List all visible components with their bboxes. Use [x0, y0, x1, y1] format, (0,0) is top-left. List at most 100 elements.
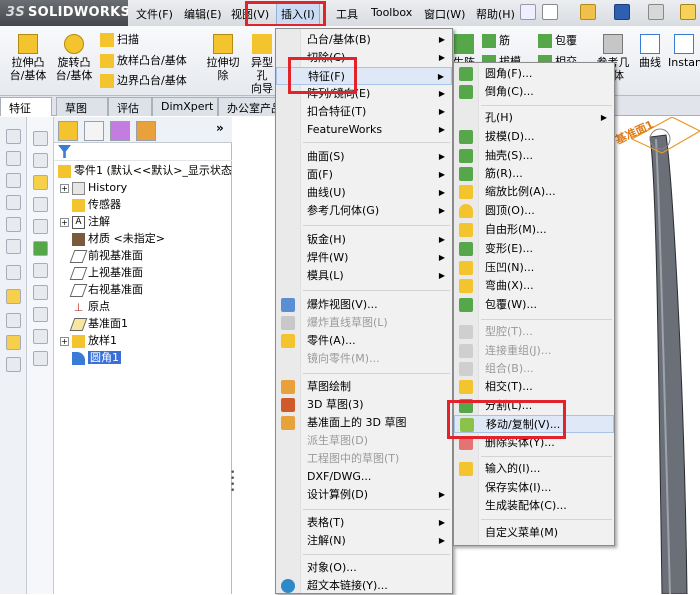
curves-button[interactable]: 曲线	[636, 34, 664, 69]
menu-window[interactable]: 窗口(W)	[424, 6, 465, 22]
feature-scale[interactable]: 缩放比例(A)...	[454, 183, 614, 201]
feature-wrap[interactable]: 包覆(W)...	[454, 296, 614, 314]
view-tool-icon[interactable]	[6, 239, 21, 254]
tool-icon[interactable]	[33, 131, 48, 146]
tree-item-top-plane[interactable]: 上视基准面	[69, 265, 143, 281]
tree-item-plane1[interactable]: 基准面1	[69, 316, 128, 332]
menu-file[interactable]: 文件(F)	[136, 6, 173, 22]
insert-hyperlink[interactable]: 超文本链接(Y)...	[276, 577, 452, 595]
insert-weldments[interactable]: 焊件(W) ▶	[276, 249, 452, 267]
instant3d-button[interactable]: Instant3D	[668, 34, 700, 69]
revolve-boss-button[interactable]: 旋转凸 台/基体	[52, 34, 96, 82]
funnel-icon[interactable]	[58, 145, 71, 158]
undo-icon[interactable]	[680, 4, 696, 20]
view-tool-icon[interactable]	[6, 195, 21, 210]
tool-icon[interactable]	[33, 351, 48, 366]
menu-insert[interactable]: 插入(I)	[276, 3, 320, 25]
tool-icon[interactable]	[33, 307, 48, 322]
view-tool-icon[interactable]	[6, 217, 21, 232]
insert-sketch[interactable]: 草图绘制	[276, 378, 452, 396]
insert-features[interactable]: 特征(F) ▶	[276, 67, 452, 85]
insert-face[interactable]: 面(F) ▶	[276, 166, 452, 184]
tab-features[interactable]: 特征	[0, 97, 52, 116]
feature-customize-menu[interactable]: 自定义菜单(M)	[454, 524, 614, 542]
feature-fillet[interactable]: 圆角(F)...	[454, 65, 614, 83]
feature-dome[interactable]: 圆顶(O)...	[454, 202, 614, 220]
feature-rib[interactable]: 筋(R)...	[454, 165, 614, 183]
tool-icon[interactable]	[33, 197, 48, 212]
insert-3d-sketch-on-plane[interactable]: 基准面上的 3D 草图	[276, 414, 452, 432]
feature-intersect[interactable]: 相交(T)...	[454, 378, 614, 396]
new-document-icon[interactable]	[542, 4, 558, 20]
menu-toolbox[interactable]: Toolbox	[371, 6, 412, 19]
feature-draft[interactable]: 拔模(D)...	[454, 128, 614, 146]
extrude-boss-button[interactable]: 拉伸凸 台/基体	[6, 34, 50, 82]
menu-tools[interactable]: 工具	[336, 6, 358, 22]
feature-indent[interactable]: 压凹(N)...	[454, 259, 614, 277]
view-tool-icon[interactable]	[6, 151, 21, 166]
feature-split[interactable]: 分割(L)...	[454, 397, 614, 415]
menu-edit[interactable]: 编辑(E)	[184, 6, 222, 22]
menu-view[interactable]: 视图(V)	[231, 6, 269, 22]
insert-cut[interactable]: 切除(C) ▶	[276, 49, 452, 67]
feature-chamfer[interactable]: 倒角(C)...	[454, 83, 614, 101]
insert-molds[interactable]: 模具(L) ▶	[276, 267, 452, 285]
insert-sheet-metal[interactable]: 钣金(H) ▶	[276, 231, 452, 249]
tool-icon[interactable]	[33, 285, 48, 300]
tree-item-loft1[interactable]: + 放样1	[60, 333, 117, 349]
view-tool-icon[interactable]	[6, 129, 21, 144]
view-tool-icon[interactable]	[6, 313, 21, 328]
insert-surface[interactable]: 曲面(S) ▶	[276, 148, 452, 166]
insert-curve[interactable]: 曲线(U) ▶	[276, 184, 452, 202]
view-tool-icon[interactable]	[6, 357, 21, 372]
tab-office-products[interactable]: 办公室产品	[218, 97, 280, 116]
view-tool-icon[interactable]	[6, 265, 21, 280]
insert-design-study[interactable]: 设计算例(D) ▶	[276, 486, 452, 504]
sketch-tool-icon[interactable]	[6, 289, 21, 304]
tool-icon[interactable]	[33, 153, 48, 168]
feature-manager-tab-icon[interactable]	[58, 121, 78, 141]
menu-help[interactable]: 帮助(H)	[476, 6, 515, 22]
insert-exploded-view[interactable]: 爆炸视图(V)...	[276, 296, 452, 314]
feature-shell[interactable]: 抽壳(S)...	[454, 147, 614, 165]
feature-delete-body[interactable]: 删除实体(Y)...	[454, 434, 614, 452]
hole-wizard-button[interactable]: 异型孔 向导	[246, 34, 278, 95]
tool-icon[interactable]	[33, 263, 48, 278]
tool-icon[interactable]	[33, 241, 48, 256]
insert-boss-base[interactable]: 凸台/基体(B) ▶	[276, 31, 452, 49]
feature-deform[interactable]: 变形(E)...	[454, 240, 614, 258]
feature-freeform[interactable]: 自由形(M)...	[454, 221, 614, 239]
feature-move-copy[interactable]: 移动/复制(V)...	[454, 415, 614, 433]
dimension-tool-icon[interactable]	[6, 335, 21, 350]
feature-hole[interactable]: 孔(H) ▶	[454, 109, 614, 127]
tree-item-sensors[interactable]: 传感器	[72, 197, 121, 213]
feature-flex[interactable]: 弯曲(X)...	[454, 277, 614, 295]
insert-pattern-mirror[interactable]: 阵列/镜向(E) ▶	[276, 85, 452, 103]
tree-item-front-plane[interactable]: 前视基准面	[69, 248, 143, 264]
panel-expand-icon[interactable]: »	[216, 121, 224, 135]
property-manager-tab-icon[interactable]	[84, 121, 104, 141]
tree-item-origin[interactable]: ⊥ 原点	[72, 299, 110, 315]
view-tool-icon[interactable]	[6, 173, 21, 188]
loft-boss-button[interactable]: 放样凸台/基体	[100, 52, 187, 68]
configuration-manager-tab-icon[interactable]	[110, 121, 130, 141]
wrap-button[interactable]: 包覆	[538, 32, 577, 48]
insert-annotations[interactable]: 注解(N) ▶	[276, 532, 452, 550]
open-folder-icon[interactable]	[580, 4, 596, 20]
insert-object[interactable]: 对象(O)...	[276, 559, 452, 577]
pin-icon[interactable]	[520, 4, 536, 20]
tab-sketch[interactable]: 草图	[56, 97, 108, 116]
print-icon[interactable]	[648, 4, 664, 20]
feature-save-bodies[interactable]: 保存实体(I)...	[454, 479, 614, 497]
tab-dimxpert[interactable]: DimXpert	[152, 97, 218, 116]
tree-item-right-plane[interactable]: 右视基准面	[69, 282, 143, 298]
rib-button[interactable]: 筋	[482, 32, 510, 48]
sweep-button[interactable]: 扫描	[100, 31, 139, 47]
insert-3d-sketch[interactable]: 3D 草图(3)	[276, 396, 452, 414]
tree-item-history[interactable]: + History	[60, 180, 127, 196]
insert-dxf-dwg[interactable]: DXF/DWG...	[276, 468, 452, 486]
tree-filter-bar[interactable]	[54, 143, 232, 161]
feature-imported[interactable]: 输入的(I)...	[454, 460, 614, 478]
insert-featureworks[interactable]: FeatureWorks ▶	[276, 121, 452, 139]
tree-root[interactable]: 零件1 (默认<<默认>_显示状态	[58, 163, 232, 179]
